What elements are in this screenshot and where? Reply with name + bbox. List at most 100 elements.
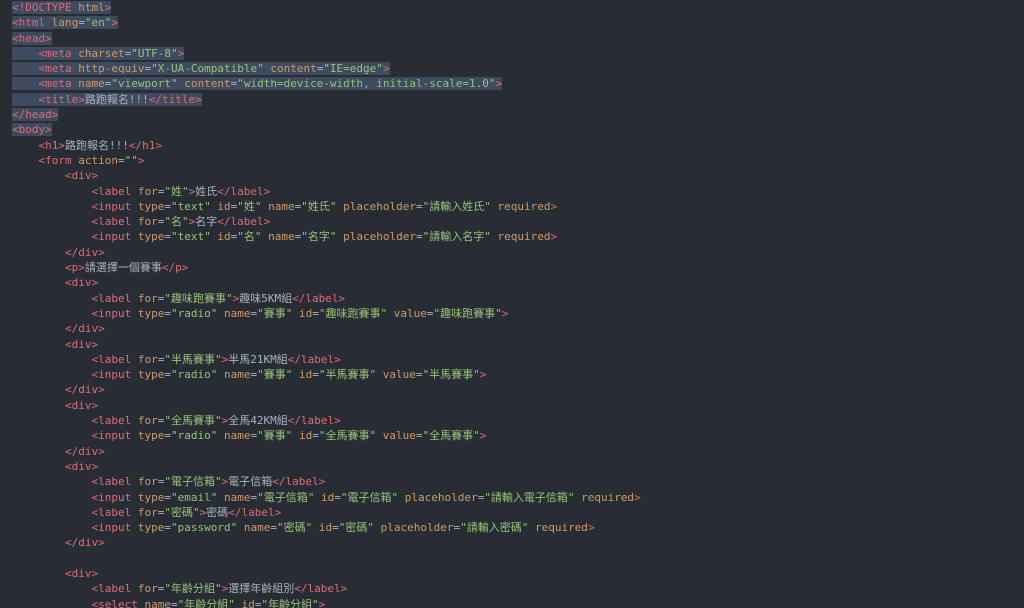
code-token: > [587,521,595,535]
code-line[interactable]: <input type="text" id="姓" name="姓氏" plac… [0,199,1024,214]
code-token: placeholder [343,230,416,244]
code-line[interactable]: <html·lang="en"> [0,15,1024,30]
code-line[interactable]: ····<meta·charset="UTF-8"> [0,46,1024,61]
code-token: "UTF-8" [131,46,178,60]
code-line[interactable]: <input type="email" name="電子信箱" id="電子信箱… [0,490,1024,505]
code-line[interactable]: ····<title>路跑報名!!!</title> [0,92,1024,107]
code-token: <div> [64,276,99,290]
code-token: <input [91,199,132,213]
indentation [12,521,91,534]
code-token: <html [12,16,46,30]
code-line[interactable]: <label for="年齡分組">選擇年齡組別</label> [0,581,1024,596]
code-token: "半馬賽事" [164,352,222,366]
code-line[interactable]: </div> [0,321,1024,336]
code-line[interactable]: <label for="趣味跑賽事">趣味5KM組</label> [0,291,1024,306]
code-token: > [495,77,503,91]
code-line[interactable]: <input type="text" id="名" name="名字" plac… [0,229,1024,244]
code-token: value [382,429,416,443]
code-token: </p> [161,261,189,275]
code-token: for [137,352,158,366]
code-token: </div> [64,383,105,397]
code-token: "全馬賽事" [164,414,222,428]
code-line[interactable]: <label for="姓">姓氏</label> [0,184,1024,199]
code-line[interactable]: ····<meta·name="viewport"·content="width… [0,76,1024,91]
code-token: </div> [64,536,105,550]
code-line[interactable]: <label for="密碼">密碼</label> [0,505,1024,520]
code-line[interactable]: <div> [0,566,1024,581]
code-line[interactable]: <head> [0,31,1024,46]
code-token: <label [91,582,132,596]
indentation [12,445,65,458]
indentation: ···· [12,62,39,76]
code-line[interactable]: ····<meta·http-equiv="X-UA-Compatible"·c… [0,61,1024,76]
code-line[interactable]: <label for="電子信箱">電子信箱</label> [0,474,1024,489]
code-line[interactable] [0,551,1024,566]
code-line[interactable]: </div> [0,535,1024,550]
code-token: <form [38,153,72,167]
code-line[interactable]: </div> [0,245,1024,260]
code-line[interactable]: <div> [0,398,1024,413]
code-token: </title> [148,92,202,106]
code-token: </label> [294,582,348,596]
code-line[interactable]: <div> [0,459,1024,474]
indentation [12,154,39,167]
code-line[interactable]: <input type="radio" name="賽事" id="半馬賽事" … [0,367,1024,382]
code-token: required [497,230,551,244]
code-line[interactable]: <label for="全馬賽事">全馬42KM組</label> [0,413,1024,428]
code-token: type [137,521,165,535]
code-line[interactable]: <input type="radio" name="賽事" id="全馬賽事" … [0,428,1024,443]
code-line[interactable]: <form action=""> [0,153,1024,168]
code-line[interactable]: <label for="名">名字</label> [0,214,1024,229]
code-token: type [137,429,165,443]
code-token: id [298,368,313,382]
code-line[interactable]: </div> [0,382,1024,397]
indentation [12,475,91,488]
code-token: <label [91,352,132,366]
code-line[interactable]: <div> [0,168,1024,183]
code-token: "text" [170,230,211,244]
code-line[interactable]: <h1>路跑報名!!!</h1> [0,138,1024,153]
code-line[interactable]: <input type="radio" name="賽事" id="趣味跑賽事"… [0,306,1024,321]
code-token: <input [91,429,132,443]
code-line[interactable]: <input type="password" name="密碼" id="密碼"… [0,520,1024,535]
code-token: name [223,429,251,443]
code-line[interactable]: <!DOCTYPE·html> [0,0,1024,15]
code-token: type [137,199,165,213]
code-line[interactable]: </div> [0,444,1024,459]
code-editor[interactable]: <!DOCTYPE·html> <html·lang="en"> <head> ···… [0,0,1024,608]
code-token: </label> [287,352,341,366]
indentation [12,261,65,274]
code-token: "賽事" [257,306,293,320]
code-line[interactable]: <div> [0,275,1024,290]
code-token: = [170,597,178,608]
indentation [12,383,65,396]
code-token: > [550,230,558,244]
code-line[interactable]: <select name="年齡分組" id="年齡分組"> [0,597,1024,608]
code-line[interactable]: <body> [0,122,1024,137]
code-line[interactable]: <p>請選擇一個賽事</p> [0,260,1024,275]
code-line[interactable]: </head> [0,107,1024,122]
code-token: <title> [38,92,85,106]
code-token: required [581,490,635,504]
code-token: "email" [170,490,218,504]
code-token: <head> [12,31,52,45]
code-token: "" [124,153,138,167]
indentation: ···· [12,92,39,106]
code-token: = [164,490,171,504]
code-line[interactable]: <label for="半馬賽事">半馬21KM組</label> [0,352,1024,367]
code-line[interactable]: <div> [0,337,1024,352]
code-token: <label [91,475,132,489]
code-token: <input [91,490,132,504]
code-token: id [241,597,255,608]
code-token: > [111,16,118,30]
indentation [12,399,65,412]
code-token: "viewport" [111,77,178,91]
indentation [12,322,65,335]
